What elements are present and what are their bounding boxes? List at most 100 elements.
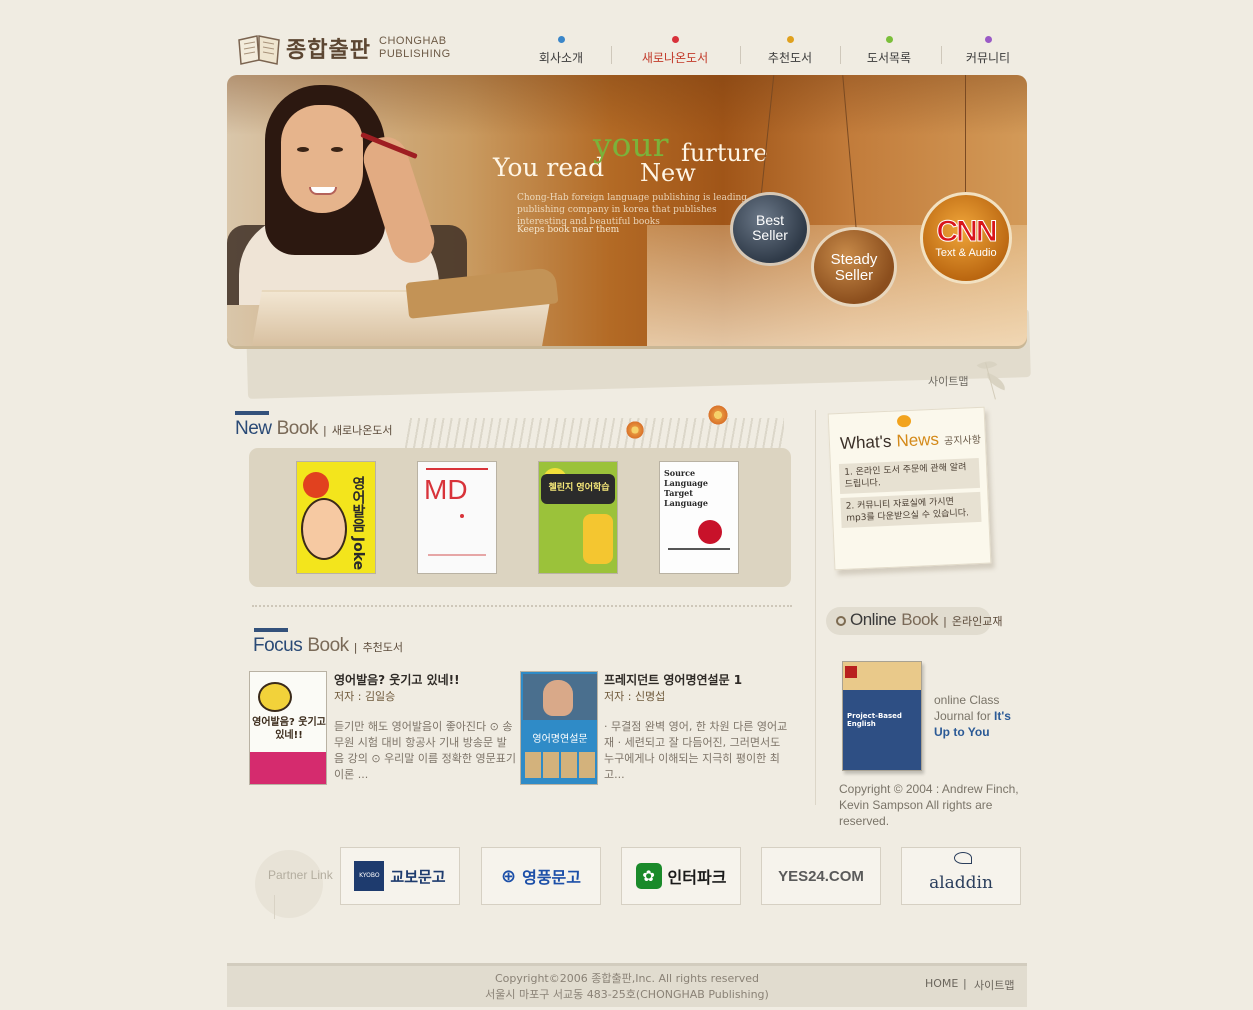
footer-copyright: Copyright©2006 종합출판,Inc. All rights rese… <box>227 971 1027 1003</box>
logo-korean: 종합출판 <box>286 38 371 63</box>
cover-title: MD <box>424 474 468 505</box>
online-caption: online Class Journal for It's Up to You <box>934 692 1011 740</box>
cover-portrait-strip <box>525 752 595 778</box>
partner-youngpoong[interactable]: ⊕ 영풍문고 <box>481 847 601 905</box>
section-accent-bar <box>235 411 269 415</box>
cover-title: Project-Based English <box>847 712 902 728</box>
cover-title: 영어명연설문 <box>532 734 588 745</box>
nav-dot <box>885 36 893 43</box>
woman-face <box>281 105 363 213</box>
nav-label: 추천도서 <box>767 51 813 65</box>
cnn-ornament[interactable]: CNN Text & Audio <box>920 192 1012 284</box>
news-item[interactable]: 2. 커뮤니티 자료실에 가시면 mp3를 다운받으실 수 있습니다. <box>840 491 982 528</box>
logo-english-line2: PUBLISHING <box>379 48 451 60</box>
new-book-title-ko: 새로나온도서 <box>331 424 393 437</box>
cnn-logo: CNN <box>936 215 998 248</box>
online-caption-up-to-you: Up to You <box>934 725 990 739</box>
focus-book-title[interactable]: 프레지던트 영어명연설문 1 <box>604 671 742 688</box>
news-title-ko: 공지사항 <box>943 434 982 448</box>
online-caption-journal: Journal for <box>934 709 991 723</box>
nav-company[interactable]: 회사소개 <box>511 34 611 68</box>
cover-badge <box>698 520 722 544</box>
cover-character <box>258 682 292 712</box>
nav-dot <box>786 36 794 43</box>
heading-divider: | <box>323 424 327 437</box>
cnn-subtitle: Text & Audio <box>935 247 997 259</box>
online-book-cover[interactable]: Project-Based English <box>842 661 922 771</box>
news-item[interactable]: 1. 온라인 도서 주문에 관해 알려드립니다. <box>838 457 981 495</box>
sitemap-link[interactable]: 사이트맵 <box>928 373 968 389</box>
focus-book-description: 듣기만 해도 영어발음이 좋아진다 ⊙ 송무원 시험 대비 항공사 기내 방송문… <box>334 720 516 781</box>
footer-copyright-line: Copyright©2006 종합출판,Inc. All rights rese… <box>494 972 759 985</box>
site-logo[interactable]: 종합출판 CHONGHAB PUBLISHING <box>237 30 450 70</box>
best-seller-ornament[interactable]: Best Seller <box>730 192 810 266</box>
aladdin-lamp-icon <box>954 852 972 864</box>
tagline-new: New <box>640 159 696 187</box>
footer-link-separator: | <box>963 977 967 990</box>
partner-yes24[interactable]: YES24.COM <box>761 847 881 905</box>
nav-label: 새로나온도서 <box>641 51 709 65</box>
new-book-cover[interactable]: 영어발음 Joke <box>296 461 376 574</box>
cover-dot <box>460 514 464 518</box>
cover-face <box>543 680 573 716</box>
kyobo-logo-icon: KYOBO <box>354 861 385 891</box>
heading-divider: | <box>353 641 358 654</box>
new-book-cover[interactable]: MD <box>417 461 497 574</box>
partner-name: 인터파크 <box>667 868 727 887</box>
nav-recommended[interactable]: 추천도서 <box>740 34 840 68</box>
online-book-title-ko: 온라인교재 <box>951 615 1003 628</box>
flower-decoration <box>625 420 645 440</box>
footer-home-link[interactable]: HOME <box>925 977 958 990</box>
heading-divider: | <box>943 615 947 628</box>
cover-band <box>250 752 326 784</box>
best-seller-line1: Best <box>755 212 784 228</box>
focus-book-cover[interactable]: 영어명연설문 <box>520 671 598 785</box>
partner-name: 교보문고 <box>390 867 446 886</box>
partner-aladdin[interactable]: aladdin <box>901 847 1021 905</box>
online-caption-line1: online Class <box>934 693 1000 707</box>
nav-label: 커뮤니티 <box>965 51 1011 65</box>
partner-name: aladdin <box>929 873 993 893</box>
best-seller-line2: Seller <box>752 227 788 243</box>
focus-book-title[interactable]: 영어발음? 웃기고 있네!! <box>334 671 460 688</box>
focus-book-author: 저자 : 신명섭 <box>604 690 666 703</box>
main-banner: You read your furture New Chong-Hab fore… <box>227 75 1027 346</box>
focus-book-title-ko: 추천도서 <box>362 641 404 654</box>
nav-catalog[interactable]: 도서목록 <box>839 34 939 68</box>
woman-eye <box>297 147 309 152</box>
partner-name: 영풍문고 <box>522 868 581 887</box>
news-heading: What's News 공지사항 <box>840 428 982 454</box>
tagline-you-read: You read <box>493 153 605 182</box>
new-book-title-a: New <box>235 418 272 439</box>
online-caption-line2: Journal for It's <box>934 708 1011 724</box>
open-book-icon <box>238 35 280 65</box>
new-book-cover[interactable]: 첼린지 영어학습 <box>538 461 618 574</box>
banner-description: Chong-Hab foreign language publishing is… <box>517 193 748 227</box>
section-divider <box>252 605 792 607</box>
online-book-title-b: Book <box>901 610 938 629</box>
nav-divider <box>611 46 612 64</box>
cover-title: 영어발음 Joke <box>350 476 366 571</box>
new-book-cover[interactable]: Source Language Target Language <box>659 461 739 574</box>
online-copyright: Copyright © 2004 : Andrew Finch, Kevin S… <box>839 782 1019 828</box>
focus-book-cover[interactable]: 영어발음? 웃기고 있네!! <box>249 671 327 785</box>
focus-book-title-b: Book <box>307 635 349 656</box>
grass-decoration <box>404 418 784 450</box>
partner-kyobo[interactable]: KYOBO 교보문고 <box>340 847 460 905</box>
footer: Copyright©2006 종합출판,Inc. All rights rese… <box>227 963 1027 1007</box>
column-divider <box>815 410 816 805</box>
partner-stem <box>274 895 275 919</box>
focus-book-heading: Focus Book | 추천도서 <box>253 635 403 657</box>
footer-sitemap-link[interactable]: 사이트맵 <box>974 977 1014 993</box>
nav-dot <box>557 36 565 43</box>
news-title-b: News <box>896 429 940 451</box>
nav-community[interactable]: 커뮤니티 <box>938 34 1038 68</box>
steady-seller-ornament[interactable]: Steady Seller <box>811 227 897 307</box>
new-book-heading: New Book | 새로나온도서 <box>235 418 393 440</box>
news-sun-icon <box>896 414 912 428</box>
online-caption-line3: Up to You <box>934 724 1011 740</box>
partner-interpark[interactable]: ✿ 인터파크 <box>621 847 741 905</box>
news-title-a: What's <box>839 431 892 453</box>
nav-new-books[interactable]: 새로나온도서 <box>625 34 725 68</box>
youngpoong-logo-icon: ⊕ <box>501 865 517 887</box>
